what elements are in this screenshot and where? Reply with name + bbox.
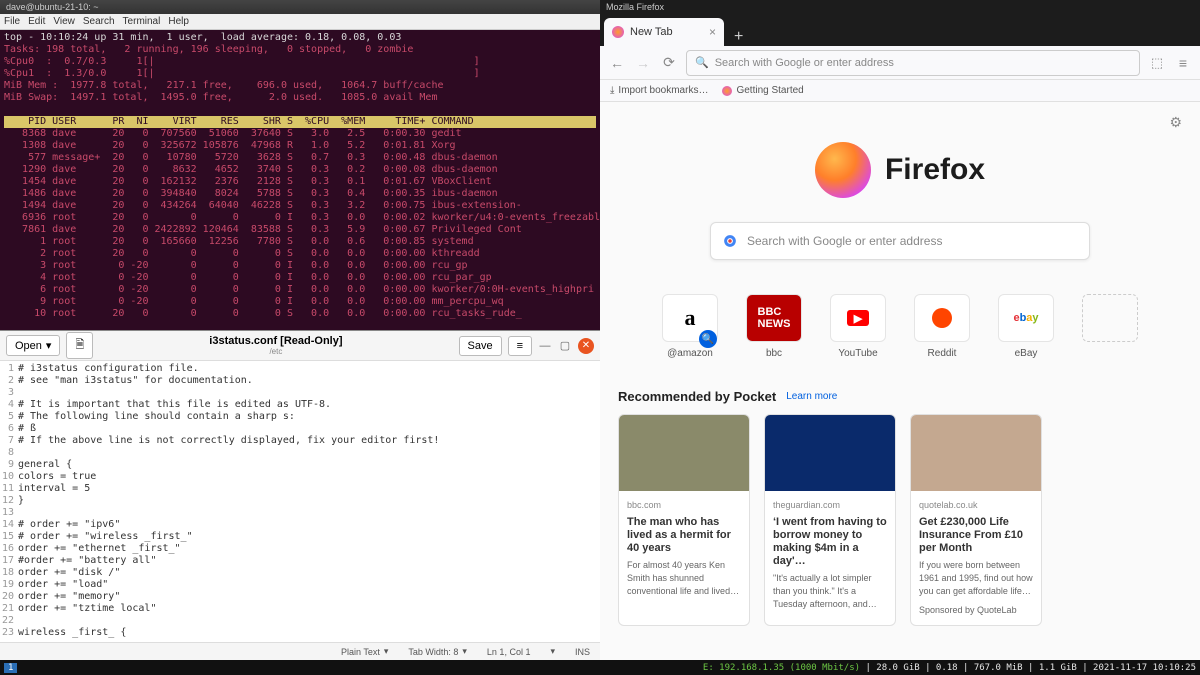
back-button[interactable]: ← [608, 55, 626, 71]
editor-body[interactable]: 1# i3status configuration file.2# see "m… [0, 361, 600, 642]
firefox-tab-icon [612, 26, 624, 38]
pocket-card[interactable]: bbc.comThe man who has lived as a hermit… [618, 414, 750, 626]
new-doc-button[interactable]: 🗎 [66, 332, 93, 359]
import-bookmarks[interactable]: ⤓Import bookmarks… [610, 85, 708, 96]
firefox-wordmark: Firefox [885, 153, 985, 187]
pocket-card[interactable]: quotelab.co.ukGet £230,000 Life Insuranc… [910, 414, 1042, 626]
status-right: E: 192.168.1.35 (1000 Mbit/s) | 28.0 GiB… [703, 663, 1196, 673]
site-Reddit[interactable]: Reddit [911, 294, 973, 359]
account-icon[interactable]: ⬚ [1148, 55, 1166, 71]
newtab-search[interactable]: Search with Google or enter address [710, 222, 1090, 260]
firefox-window: Mozilla Firefox New Tab × + ← → ⟳ 🔍 Sear… [600, 0, 1200, 660]
gedit-window: Open▾ 🗎 i3status.conf [Read-Only] /etc S… [0, 330, 600, 660]
terminal-titlebar: dave@ubuntu-21-10: ~ [0, 0, 600, 14]
open-button[interactable]: Open▾ [6, 335, 60, 356]
nav-toolbar: ← → ⟳ 🔍 Search with Google or enter addr… [600, 46, 1200, 80]
hamburger-button[interactable]: ≡ [508, 336, 532, 356]
site-eBay[interactable]: ebayeBay [995, 294, 1057, 359]
site-empty[interactable] [1079, 294, 1141, 359]
pocket-heading: Recommended by Pocket Learn more [618, 389, 1200, 404]
google-icon [723, 234, 737, 248]
editor-statusbar: Plain Text ▾ Tab Width: 8 ▾ Ln 1, Col 1 … [0, 642, 600, 660]
firefox-logo: Firefox [600, 142, 1200, 198]
url-bar[interactable]: 🔍 Search with Google or enter address [686, 50, 1140, 76]
save-button[interactable]: Save [459, 336, 502, 356]
new-tab-button[interactable]: + [724, 28, 753, 46]
editor-title: i3status.conf [Read-Only] /etc [99, 335, 452, 356]
firefox-icon [722, 86, 732, 96]
editor-toolbar: Open▾ 🗎 i3status.conf [Read-Only] /etc S… [0, 331, 600, 361]
cursor-position: Ln 1, Col 1 [487, 647, 531, 657]
syntax-selector[interactable]: Plain Text ▾ [341, 646, 388, 657]
gear-icon[interactable]: ⚙ [1169, 114, 1182, 131]
search-icon: 🔍 [695, 56, 709, 69]
i3-statusbar: 1 E: 192.168.1.35 (1000 Mbit/s) | 28.0 G… [0, 660, 1200, 675]
top-sites: a@amazon🔍 BBCNEWSbbc ▶YouTube Reddit ebayeBa… [600, 294, 1200, 359]
tab-newtab[interactable]: New Tab × [604, 18, 724, 46]
tab-close-icon[interactable]: × [709, 25, 716, 39]
pocket-card[interactable]: theguardian.com‘I went from having to bo… [764, 414, 896, 626]
terminal-output[interactable]: top - 10:10:24 up 31 min, 1 user, load a… [0, 30, 600, 330]
menu-terminal[interactable]: Terminal [123, 16, 161, 27]
forward-button[interactable]: → [634, 55, 652, 71]
bookmarks-toolbar: ⤓Import bookmarks… Getting Started [600, 80, 1200, 102]
terminal-menubar: File Edit View Search Terminal Help [0, 14, 600, 30]
tab-width-selector[interactable]: Tab Width: 8 ▾ [408, 646, 467, 657]
pocket-learn-more[interactable]: Learn more [786, 391, 837, 402]
search-badge-icon: 🔍 [699, 330, 717, 348]
menu-edit[interactable]: Edit [28, 16, 45, 27]
site-YouTube[interactable]: ▶YouTube [827, 294, 889, 359]
menu-file[interactable]: File [4, 16, 20, 27]
menu-view[interactable]: View [53, 16, 75, 27]
terminal-window: dave@ubuntu-21-10: ~ File Edit View Sear… [0, 0, 600, 330]
close-button[interactable]: ✕ [578, 338, 594, 354]
maximize-button[interactable]: ▢ [558, 339, 572, 353]
getting-started[interactable]: Getting Started [722, 85, 803, 96]
firefox-titlebar: Mozilla Firefox [600, 0, 1200, 14]
menu-search[interactable]: Search [83, 16, 115, 27]
minimize-button[interactable]: — [538, 339, 552, 353]
menu-help[interactable]: Help [168, 16, 189, 27]
pocket-cards: bbc.comThe man who has lived as a hermit… [600, 414, 1200, 626]
site-@amazon[interactable]: a@amazon🔍 [659, 294, 721, 359]
app-menu-button[interactable]: ≡ [1174, 55, 1192, 71]
ins-indicator: INS [575, 647, 590, 657]
firefox-logo-icon [815, 142, 871, 198]
chevron-down-icon: ▾ [46, 339, 52, 352]
workspace-indicator[interactable]: 1 [4, 663, 17, 673]
site-bbc[interactable]: BBCNEWSbbc [743, 294, 805, 359]
import-icon: ⤓ [610, 85, 614, 96]
reload-button[interactable]: ⟳ [660, 54, 678, 71]
content-area: ⚙ Firefox Search with Google or enter ad… [600, 102, 1200, 660]
tab-bar: New Tab × + [600, 14, 1200, 46]
insert-mode[interactable]: ▾ [550, 646, 555, 657]
